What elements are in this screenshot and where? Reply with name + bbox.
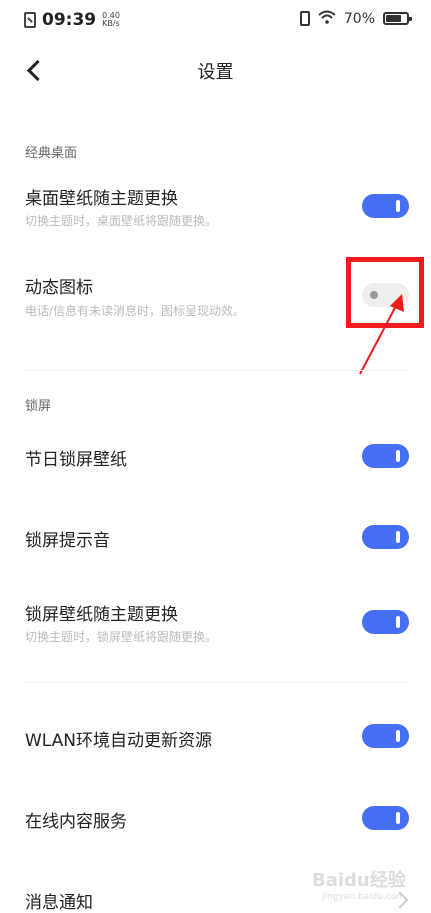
watermark-logo: Baidu经验	[312, 870, 406, 891]
toggle-knob	[396, 200, 400, 212]
toggle-knob	[396, 531, 400, 543]
setting-title: WLAN环境自动更新资源	[25, 731, 213, 751]
page-title: 设置	[197, 62, 234, 83]
status-bar: 09:39 0.40 KB/s 70%	[0, 0, 431, 38]
divider	[25, 682, 407, 683]
toggle-switch[interactable]	[362, 444, 409, 468]
status-bar-right: 70%	[299, 10, 412, 27]
toggle-knob	[396, 616, 400, 628]
toggle-knob	[396, 812, 400, 824]
setting-subtitle: 切换主题时，桌面壁纸将跟随更换。	[25, 214, 218, 228]
toggle-knob	[396, 730, 400, 742]
toggle-knob	[396, 450, 400, 462]
wifi-icon	[318, 10, 336, 27]
toggle-switch[interactable]	[362, 194, 409, 218]
divider	[25, 370, 407, 371]
status-time: 09:39	[42, 10, 97, 30]
setting-subtitle: 切换主题时，锁屏壁纸将跟随更换。	[25, 630, 218, 644]
watermark-url: jingyan.baidu.com	[322, 892, 406, 902]
setting-title: 锁屏壁纸随主题更换	[25, 605, 178, 625]
setting-title: 桌面壁纸随主题更换	[25, 189, 178, 209]
annotation-arrow	[359, 294, 404, 375]
network-speed: 0.40 KB/s	[102, 12, 120, 28]
setting-subtitle: 电话/信息有未读消息时，图标呈现动效。	[25, 304, 246, 318]
section-label-lock-screen: 锁屏	[25, 399, 52, 414]
setting-title: 节日锁屏壁纸	[25, 450, 127, 470]
toggle-switch[interactable]	[362, 806, 409, 830]
sim-icon	[24, 12, 36, 28]
vibrate-icon	[299, 11, 310, 26]
battery-icon	[383, 12, 412, 25]
setting-title: 锁屏提示音	[25, 531, 110, 551]
app-header: 设置	[0, 48, 431, 94]
section-label-classic-desktop: 经典桌面	[25, 146, 78, 161]
network-speed-unit: KB/s	[102, 19, 120, 28]
setting-title: 在线内容服务	[25, 812, 127, 832]
toggle-switch[interactable]	[362, 610, 409, 634]
toggle-switch[interactable]	[362, 525, 409, 549]
setting-title: 消息通知	[25, 893, 93, 913]
battery-percent: 70%	[343, 10, 375, 27]
status-bar-left: 09:39 0.40 KB/s	[24, 10, 120, 30]
toggle-switch[interactable]	[362, 724, 409, 748]
battery-fill	[386, 15, 401, 22]
setting-title: 动态图标	[25, 278, 93, 298]
